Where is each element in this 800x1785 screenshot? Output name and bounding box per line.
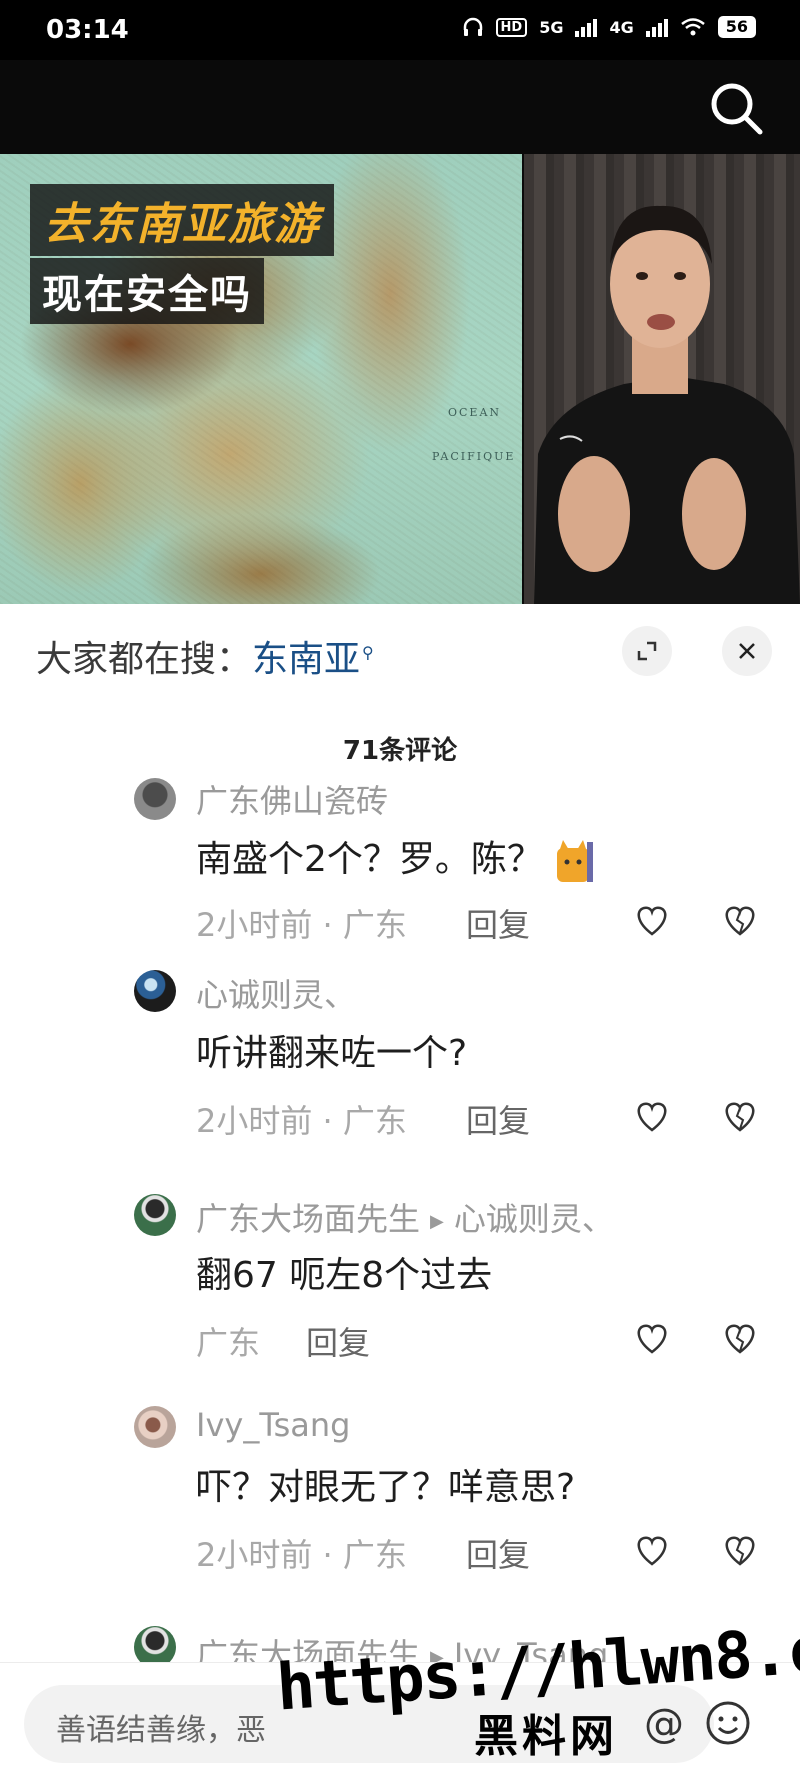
broken-heart-icon[interactable]: [720, 900, 760, 940]
reply-button[interactable]: 回复: [466, 1096, 530, 1142]
avatar[interactable]: [134, 1194, 176, 1236]
comment-input-placeholder: 善语结善缘，恶: [56, 1713, 266, 1748]
video-top-bar: [0, 60, 800, 154]
comment-item: Ivy_Tsang 吓？对眼无了？咩意思? 2小时前 · 广东 回复: [0, 1406, 800, 1592]
video-subheadline: 现在安全吗: [30, 258, 264, 324]
comments-panel: 大家都在搜：东南亚 ⚲ 71条评论 广东佛山瓷砖 南盛个2个？罗。陈？ 2小时前 …: [0, 604, 800, 1784]
comment-item: 广东佛山瓷砖 南盛个2个？罗。陈？ 2小时前 · 广东 回复: [0, 776, 800, 956]
signal-icon: [575, 17, 598, 37]
broken-heart-icon[interactable]: [720, 1318, 760, 1358]
trending-prefix: 大家都在搜：: [36, 639, 253, 680]
comment-meta: 2小时前 · 广东: [196, 906, 407, 944]
mention-button[interactable]: @: [644, 1701, 684, 1747]
map-label-pacifique: PACIFIQUE: [432, 450, 516, 463]
status-bar: 03:14 HD 5G 4G 56: [0, 0, 800, 60]
avatar[interactable]: [134, 778, 176, 820]
video-headline: 去东南亚旅游: [30, 184, 334, 256]
comment-username: 广东大场面先生 ▶ 心诚则灵、: [196, 1194, 614, 1240]
presenter-figure: [534, 205, 800, 604]
headphones-icon: [463, 17, 482, 36]
presenter-image: [524, 154, 800, 604]
comment-username[interactable]: 心诚则灵、: [196, 970, 356, 1016]
broken-heart-icon[interactable]: [720, 1096, 760, 1136]
search-small-icon: ⚲: [362, 643, 374, 662]
wifi-icon: [680, 18, 705, 36]
comment-text: 南盛个2个？罗。陈？: [196, 830, 595, 884]
comment-meta: 2小时前 · 广东: [196, 1536, 407, 1574]
watermark-name: 黑料网: [474, 1711, 618, 1762]
emoji-icon[interactable]: [704, 1699, 752, 1747]
reply-to-user[interactable]: 心诚则灵、: [454, 1200, 614, 1238]
map-label-ocean: OCEAN: [448, 406, 502, 419]
heart-icon[interactable]: [632, 900, 672, 940]
trending-search-link[interactable]: 东南亚: [252, 639, 360, 680]
expand-icon: [637, 641, 657, 661]
network-4g-label: 4G: [609, 17, 634, 37]
network-5g-label: 5G: [539, 17, 564, 37]
comment-meta: 广东: [196, 1324, 261, 1362]
comment-meta: 2小时前 · 广东: [196, 1102, 407, 1140]
comment-count-title: 71条评论: [342, 736, 458, 766]
trending-search: 大家都在搜：东南亚 ⚲: [36, 630, 374, 682]
comment-username[interactable]: 广东佛山瓷砖: [196, 776, 388, 822]
battery-icon: 56: [717, 16, 756, 38]
avatar[interactable]: [134, 970, 176, 1012]
close-button[interactable]: [722, 626, 772, 676]
map-image: OCEAN PACIFIQUE 去东南亚旅游 现在安全吗: [0, 154, 522, 604]
avatar[interactable]: [134, 1406, 176, 1448]
comment-text: 吓？对眼无了？咩意思?: [196, 1467, 576, 1508]
comment-text: 听讲翻来咗一个?: [196, 1033, 468, 1074]
comment-text: 翻67 呃左8个过去: [196, 1255, 493, 1296]
close-icon: [739, 643, 755, 659]
status-icons: HD 5G 4G 56: [462, 16, 756, 38]
comment-username[interactable]: Ivy_Tsang: [196, 1406, 350, 1444]
video-player[interactable]: OCEAN PACIFIQUE 去东南亚旅游 现在安全吗: [0, 154, 800, 604]
signal-icon-2: [645, 17, 668, 37]
avatar[interactable]: [134, 1626, 176, 1664]
expand-button[interactable]: [622, 626, 672, 676]
heart-icon[interactable]: [632, 1096, 672, 1136]
reply-arrow-icon: ▶: [430, 1210, 444, 1232]
search-icon[interactable]: [706, 78, 766, 138]
comment-item: 心诚则灵、 听讲翻来咗一个? 2小时前 · 广东 回复: [0, 970, 800, 1164]
comment-author[interactable]: 广东大场面先生: [196, 1200, 420, 1238]
reply-button[interactable]: 回复: [306, 1318, 370, 1364]
heart-icon[interactable]: [632, 1530, 672, 1570]
status-time: 03:14: [46, 15, 129, 45]
cat-sticker-icon: [556, 840, 593, 882]
hd-badge: HD: [495, 17, 528, 37]
comment-item: 广东大场面先生 ▶ 心诚则灵、 翻67 呃左8个过去 广东 回复: [0, 1194, 800, 1380]
broken-heart-icon[interactable]: [720, 1530, 760, 1570]
heart-icon[interactable]: [632, 1318, 672, 1358]
reply-button[interactable]: 回复: [466, 1530, 530, 1576]
reply-button[interactable]: 回复: [466, 900, 530, 946]
